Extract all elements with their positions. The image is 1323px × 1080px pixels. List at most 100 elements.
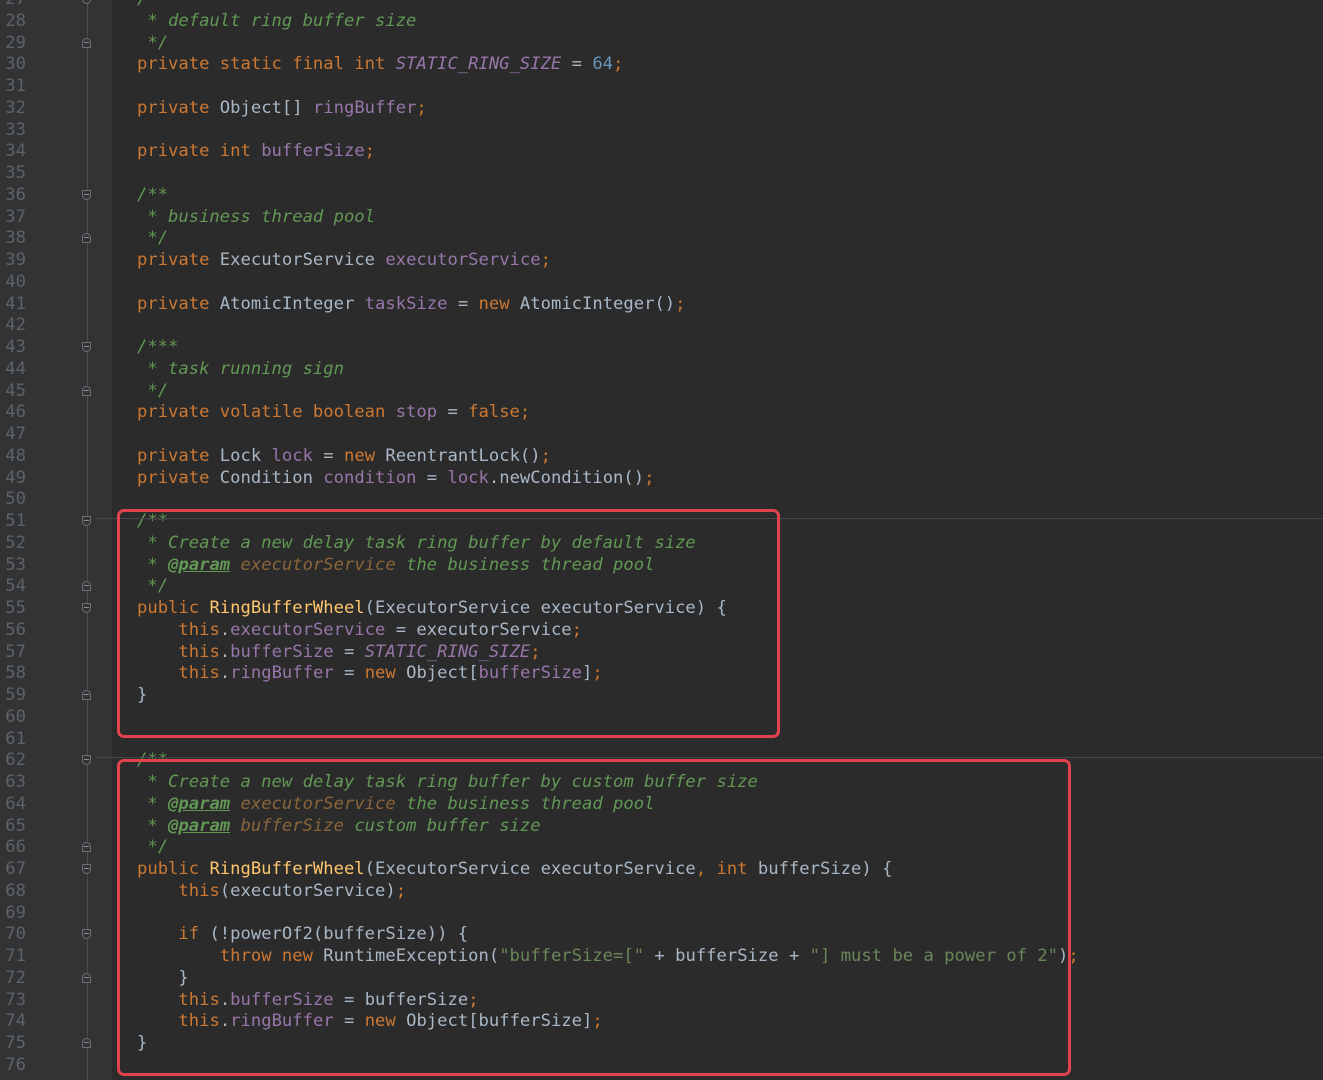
line-number: 65 [5,815,26,836]
code-token: new [478,293,520,314]
fold-end-icon[interactable] [82,37,91,48]
fold-collapse-icon[interactable] [82,516,91,526]
code-line[interactable]: 48 private Lock lock = new ReentrantLock(… [0,446,1323,468]
line-number: 34 [5,141,26,162]
line-number: 71 [5,946,26,966]
highlight-box-custom-constructor [117,759,1071,1076]
code-text: private Object[] ringBuffer; [137,98,427,120]
code-token: private int [137,141,262,162]
code-line[interactable]: 42 [0,315,1323,337]
line-number: 60 [5,706,26,727]
code-line[interactable]: 44 * task running sign [0,359,1323,381]
line-number: 56 [5,619,26,640]
line-number: 74 [5,1011,26,1032]
code-token: ; [364,141,376,162]
code-token: private [137,250,220,270]
fold-collapse-icon[interactable] [82,929,91,940]
code-token: ; [613,54,624,75]
code-text: private ExecutorService executorService; [137,250,551,272]
code-token: ; [416,97,427,118]
code-line[interactable]: 37 * business thread pool [0,207,1323,229]
fold-end-icon[interactable] [82,690,91,700]
code-text: private AtomicInteger taskSize = new Ato… [137,294,686,316]
line-number: 37 [5,206,26,227]
code-line[interactable]: 34 private int bufferSize; [0,141,1323,163]
fold-end-icon[interactable] [82,1038,91,1048]
line-number: 64 [5,793,26,814]
code-token: * business thread pool [137,206,375,227]
line-number: 27 [0,0,26,11]
code-text: * default ring buffer size [137,11,416,33]
code-token: * default ring buffer size [137,10,417,31]
code-line[interactable]: 35 [0,163,1323,185]
code-line[interactable]: 41 private AtomicInteger taskSize = new A… [0,294,1323,316]
code-line[interactable]: 31 [0,76,1323,98]
fold-collapse-icon[interactable] [82,864,91,874]
line-number: 54 [5,576,26,597]
line-number: 28 [5,10,26,31]
code-line[interactable]: 39 private ExecutorService executorServic… [0,250,1323,272]
code-line[interactable]: 32 private Object[] ringBuffer; [0,98,1323,120]
code-token: private [137,445,220,466]
code-token: condition [323,467,417,488]
line-number: 72 [5,967,26,988]
fold-collapse-icon[interactable] [82,342,91,352]
line-number: 39 [5,250,26,270]
fold-end-icon[interactable] [82,385,91,396]
code-token: ; [540,445,551,466]
code-line[interactable]: 36 /** [0,185,1323,207]
code-token: .newCondition() [488,467,645,488]
line-number: 41 [5,293,26,314]
method-separator [96,757,1323,758]
code-token: private volatile boolean [137,402,396,423]
line-number: 36 [5,184,26,205]
code-line[interactable]: 30 private static final int STATIC_RING_S… [0,54,1323,76]
line-number: 55 [5,598,26,618]
fold-collapse-icon[interactable] [82,0,91,4]
code-token: stop [395,402,438,423]
code-text: */ [137,33,168,55]
line-number: 38 [5,228,26,249]
code-text: private Condition condition = lock.newCo… [137,468,654,490]
fold-end-icon[interactable] [82,233,91,244]
code-line[interactable]: 49 private Condition condition = lock.new… [0,468,1323,490]
code-token: ; [675,293,686,314]
fold-end-icon[interactable] [82,581,91,592]
code-line[interactable]: 33 [0,120,1323,142]
code-line[interactable]: 27 /** [0,0,1323,11]
code-text: */ [137,381,168,403]
line-number: 49 [5,467,26,488]
code-line[interactable]: 46 private volatile boolean stop = false; [0,402,1323,424]
line-number: 35 [5,163,26,183]
code-line[interactable]: 43 /*** [0,337,1323,359]
fold-end-icon[interactable] [82,842,91,853]
fold-collapse-icon[interactable] [82,189,91,200]
code-line[interactable]: 28 * default ring buffer size [0,11,1323,33]
line-number: 51 [5,511,26,531]
code-line[interactable]: 40 [0,272,1323,294]
code-line[interactable]: 38 */ [0,228,1323,250]
code-text: /** [137,185,168,207]
code-token: /*** [137,337,179,357]
fold-end-icon[interactable] [82,972,91,983]
line-number: 73 [5,989,26,1010]
code-line[interactable]: 45 */ [0,381,1323,403]
fold-collapse-icon[interactable] [82,755,91,766]
code-line[interactable]: 29 */ [0,33,1323,55]
code-token: lock [271,445,313,466]
code-line[interactable]: 47 [0,424,1323,446]
code-text: private static final int STATIC_RING_SIZ… [137,54,623,76]
line-number: 43 [5,337,26,357]
code-token: Condition [219,467,324,488]
code-token: * task running sign [137,358,344,379]
code-token: ; [644,467,655,488]
code-line[interactable]: 50 [0,489,1323,511]
fold-collapse-icon[interactable] [82,603,91,613]
line-number: 69 [5,902,26,923]
code-token: */ [137,32,169,53]
code-token: = [561,54,593,75]
line-number: 52 [5,532,26,553]
code-token: taskSize [364,293,448,314]
code-text: * task running sign [137,359,344,381]
code-token: 64 [592,54,614,75]
